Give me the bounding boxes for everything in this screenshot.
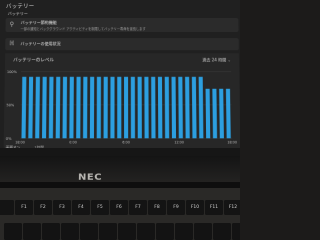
keyboard-key [213, 223, 231, 240]
battery-level-bar [41, 76, 47, 139]
keyboard-key [42, 223, 60, 240]
keyboard-key: F2 [34, 200, 52, 215]
keyboard-key: F11 [205, 200, 223, 215]
keyboard-key [0, 200, 14, 215]
page-title: バッテリー [5, 3, 35, 10]
taskbar [0, 148, 240, 156]
x-tick-label: 0:00 [69, 140, 77, 144]
leaf-icon: ⚲ [9, 21, 15, 29]
x-tick-label: 18:00 [227, 140, 237, 144]
keyboard-key [23, 223, 41, 240]
battery-level-bar [225, 88, 231, 139]
x-tick-label: 6:00 [122, 140, 130, 144]
battery-level-bar [137, 76, 142, 139]
keyboard-key [194, 223, 212, 240]
battery-level-bar [178, 76, 183, 139]
battery-level-bar [21, 76, 27, 139]
battery-level-bar [83, 76, 88, 139]
battery-saver-description: 一部の通知とバックグラウンド アクティビティを制限してバッテリー寿命を延長します [20, 26, 146, 31]
battery-level-bar [110, 76, 115, 139]
keyboard-key: F1 [15, 200, 33, 215]
keyboard-key [99, 223, 117, 240]
battery-usage-row[interactable]: ℍ バッテリーの使用状況 [5, 38, 239, 51]
function-key-row: F1 F2 F3 F4 F5 F6 F7 F8 F9 F10 F11 F12 [0, 200, 240, 216]
keyboard-key [118, 223, 136, 240]
battery-level-bar [212, 88, 218, 139]
laptop-screen: バッテリー バッテリー ⚲ バッテリー節約機能 一部の通知とバックグラウンド ア… [0, 0, 240, 151]
battery-level-bar [130, 76, 136, 139]
keyboard-key [137, 223, 155, 240]
photo-scene: バッテリー バッテリー ⚲ バッテリー節約機能 一部の通知とバックグラウンド ア… [0, 0, 240, 240]
battery-usage-label: バッテリーの使用状況 [20, 41, 61, 47]
battery-level-bar [124, 76, 129, 139]
battery-level-bar [96, 76, 101, 139]
keyboard-key [156, 223, 174, 240]
keyboard-key [4, 223, 22, 240]
battery-level-bar [144, 76, 149, 139]
battery-level-bar [164, 76, 170, 139]
keyboard-key [175, 223, 193, 240]
x-tick-label: 18:00 [15, 140, 25, 144]
number-key-row [0, 223, 240, 240]
battery-level-bar [191, 76, 197, 139]
keyboard-key [232, 223, 240, 240]
battery-level-bar [171, 76, 177, 139]
keyboard-key [80, 223, 98, 240]
battery-level-bar [35, 76, 40, 139]
battery-level-chart: 100%50%0%18:000:006:0012:0018:00画面オン1時間 [6, 70, 237, 150]
battery-level-bar [76, 76, 81, 139]
battery-level-bar [89, 76, 95, 139]
battery-level-bar [219, 88, 224, 139]
keyboard-key: F8 [148, 200, 166, 215]
battery-saver-card[interactable]: ⚲ バッテリー節約機能 一部の通知とバックグラウンド アクティビティを制限してバ… [5, 18, 239, 33]
chart-icon: ℍ [9, 40, 15, 48]
keyboard-key: F5 [91, 200, 109, 215]
battery-level-bar [48, 76, 54, 139]
battery-level-bar [62, 76, 68, 139]
battery-level-bar [69, 76, 74, 139]
keyboard-key: F7 [129, 200, 147, 215]
y-tick-label: 50% [6, 103, 15, 107]
keyboard-key: F12 [224, 200, 240, 215]
battery-level-bar [205, 88, 211, 139]
battery-level-bar [151, 76, 156, 139]
screen-bezel [0, 156, 240, 182]
keyboard-key: F9 [167, 200, 185, 215]
battery-level-bar [185, 76, 190, 139]
battery-level-bar [198, 76, 204, 139]
battery-level-bar [28, 76, 34, 139]
y-tick-label: 100% [7, 70, 18, 74]
keyboard-key [61, 223, 79, 240]
keyboard-key: F3 [53, 200, 71, 215]
keyboard-key: F4 [72, 200, 90, 215]
battery-level-bar [117, 76, 122, 139]
section-label: バッテリー [7, 10, 28, 16]
x-tick-label: 12:00 [174, 140, 184, 144]
keyboard-key: F6 [110, 200, 128, 215]
battery-level-bar [55, 76, 61, 139]
battery-level-panel: バッテリーのレベル 過去 24 時間 ⌄ 100% 50% 0% 18:00 0:00 6… [3, 53, 240, 151]
battery-level-bar [103, 76, 108, 139]
y-tick-label: 0% [6, 137, 12, 141]
keyboard-key: F10 [186, 200, 204, 215]
battery-level-bar [157, 76, 163, 139]
